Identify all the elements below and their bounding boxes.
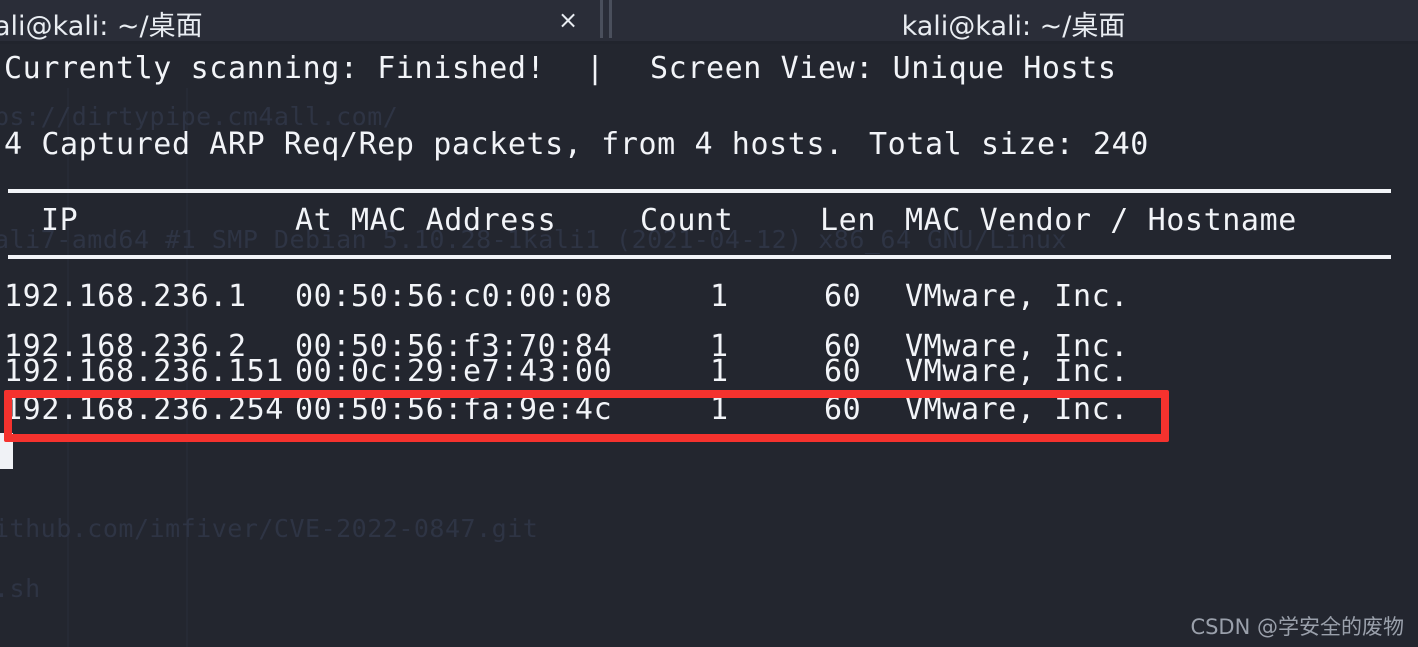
cell-ip: 192.168.236.1 [4,279,247,314]
total-size-label: Total size: 240 [869,127,1149,162]
terminal-tab-title[interactable]: ali@kali: ~/桌面 [0,4,203,43]
cell-len: 60 [824,354,862,389]
cell-vendor: VMware, Inc. [905,279,1129,314]
ghost-line-4: .sh [0,574,41,603]
table-rule-top [8,189,1391,193]
column-header-mac: At MAC Address [295,203,557,238]
scanning-status-label: Currently scanning: Finished! [4,51,546,86]
cell-vendor: VMware, Inc. [905,354,1129,389]
column-header-ip: IP [41,203,79,238]
captured-packets-label: 4 Captured ARP Req/Rep packets, from 4 h… [4,127,844,162]
close-icon[interactable]: × [556,7,580,33]
cell-ip: 192.168.236.151 [4,354,284,389]
window-titlebar: ali@kali: ~/桌面 × kali@kali: ~/桌面 [0,0,1418,44]
tab-divider-left [600,0,603,38]
column-header-len: Len [820,203,876,238]
status-separator: | [586,51,605,86]
cell-mac: 00:50:56:c0:00:08 [295,279,613,314]
terminal-screenshot: ali@kali: ~/桌面 × kali@kali: ~/桌面 ps://di… [0,0,1418,647]
cell-count: 1 [710,354,729,389]
highlight-annotation-box [4,390,1169,442]
cell-mac: 00:0c:29:e7:43:00 [295,354,613,389]
cell-len: 60 [824,279,862,314]
ghost-line-3: ithub.com/imfiver/CVE-2022-0847.git [0,514,539,543]
cell-count: 1 [710,279,729,314]
terminal-body[interactable]: ps://dirtypipe.cm4all.com/ ali7-amd64 #1… [0,44,1418,647]
column-header-count: Count [640,203,734,238]
screen-view-label: Screen View: Unique Hosts [650,51,1117,86]
watermark-label: CSDN @学安全的废物 [1190,615,1404,639]
column-header-vendor: MAC Vendor / Hostname [905,203,1297,238]
window-title: kali@kali: ~/桌面 [901,11,1126,42]
table-rule-bottom [8,255,1391,259]
